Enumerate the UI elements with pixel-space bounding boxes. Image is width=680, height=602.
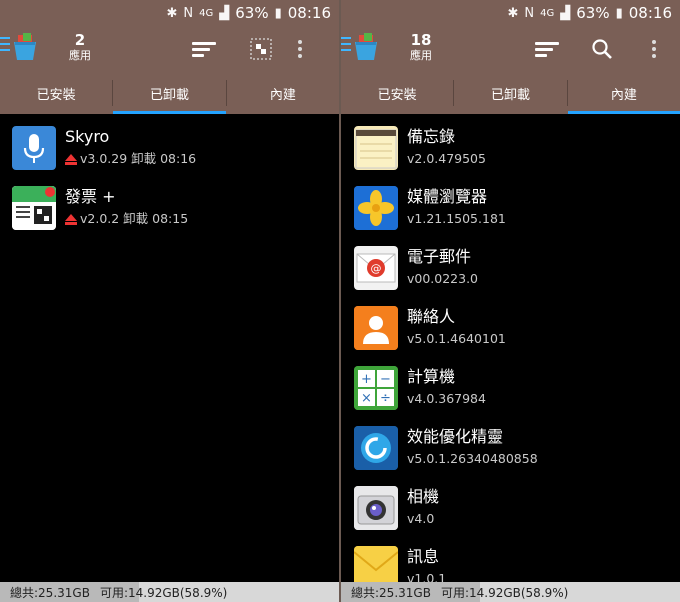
battery-icon: ▮ — [274, 5, 282, 21]
app-count-label: 應用 — [69, 49, 91, 62]
storage-footer: 總共:25.31GB 可用:14.92GB(58.9%) — [341, 582, 680, 602]
storage-available: 可用:14.92GB(58.9%) — [440, 585, 569, 600]
storage-footer: 總共:25.31GB 可用:14.92GB(58.9%) — [0, 582, 339, 602]
bluetooth-icon: ✱ — [507, 5, 519, 21]
bluetooth-icon: ✱ — [166, 5, 178, 21]
app-logo-icon — [355, 33, 377, 60]
reinstall-arrow-icon — [65, 154, 77, 165]
sort-icon[interactable] — [192, 34, 218, 64]
app-logo-icon — [14, 33, 36, 60]
uninstalled-list: Skyro v3.0.29 卸載 08:16 發票 + v2.0.2 卸載 08… — [0, 114, 339, 240]
app-count: 18 應用 — [403, 31, 439, 63]
app-version: v4.0 — [407, 511, 435, 526]
app-count-label: 應用 — [410, 49, 432, 62]
tab-uninstalled[interactable]: 已卸載 — [454, 72, 566, 114]
list-item[interactable]: 效能優化精靈 v5.0.1.26340480858 — [341, 420, 680, 480]
menu-icon[interactable] — [0, 37, 10, 55]
calculator-icon: + − × ÷ — [354, 366, 398, 410]
more-options-icon[interactable] — [298, 34, 306, 64]
list-item[interactable]: 備忘錄 v2.0.479505 — [341, 120, 680, 180]
signal-icon: ▟ — [560, 5, 571, 21]
app-version: v4.0.367984 — [407, 391, 486, 406]
app-bar: 2 應用 — [0, 26, 339, 72]
app-name: 訊息 — [407, 547, 440, 566]
more-options-icon[interactable] — [652, 34, 660, 64]
app-name: 計算機 — [407, 367, 456, 386]
app-version: v5.0.1.4640101 — [407, 331, 506, 346]
list-item[interactable]: 發票 + v2.0.2 卸載 08:15 — [0, 180, 339, 240]
storage-total: 總共:25.31GB — [10, 585, 90, 600]
right-screen: ✱ N 4G ▟ 63% ▮ 08:16 18 應用 已安裝 已卸載 內建 備忘… — [341, 0, 680, 602]
app-name: 電子郵件 — [407, 247, 472, 266]
gallery-flower-icon — [354, 186, 398, 230]
left-screen: ✱ N 4G ▟ 63% ▮ 08:16 2 應用 已安裝 已卸載 內建 Sky… — [0, 0, 339, 602]
contacts-icon — [354, 306, 398, 350]
invoice-app-icon — [12, 186, 56, 230]
app-name: Skyro — [65, 127, 110, 146]
select-icon[interactable] — [246, 34, 276, 64]
app-version: v00.0223.0 — [407, 271, 479, 286]
nfc-icon: N — [524, 5, 535, 21]
optimizer-icon — [354, 426, 398, 470]
list-item[interactable]: 相機 v4.0 — [341, 480, 680, 540]
app-count-number: 2 — [74, 31, 86, 49]
status-bar: ✱ N 4G ▟ 63% ▮ 08:16 — [341, 0, 680, 26]
svg-text:×: × — [361, 391, 372, 406]
search-icon[interactable] — [587, 34, 617, 64]
app-name: 效能優化精靈 — [407, 427, 504, 446]
list-item[interactable]: 聯絡人 v5.0.1.4640101 — [341, 300, 680, 360]
storage-total: 總共:25.31GB — [351, 585, 431, 600]
app-name: 媒體瀏覽器 — [407, 187, 488, 206]
svg-text:+: + — [361, 372, 372, 387]
sort-icon[interactable] — [535, 34, 561, 64]
status-bar: ✱ N 4G ▟ 63% ▮ 08:16 — [0, 0, 339, 26]
list-item[interactable]: 媒體瀏覽器 v1.21.1505.181 — [341, 180, 680, 240]
tab-builtin[interactable]: 內建 — [227, 72, 339, 114]
list-item[interactable]: + − × ÷ 計算機 v4.0.367984 — [341, 360, 680, 420]
app-bar: 18 應用 — [341, 26, 680, 72]
reinstall-arrow-icon — [65, 214, 77, 225]
app-version: v3.0.29 卸載 08:16 — [80, 151, 197, 166]
tab-installed[interactable]: 已安裝 — [341, 72, 453, 114]
clock: 08:16 — [628, 4, 672, 22]
app-version: v1.21.1505.181 — [407, 211, 506, 226]
skyro-icon — [12, 126, 56, 170]
app-name: 發票 + — [65, 187, 116, 206]
svg-text:−: − — [380, 372, 391, 387]
memo-icon — [354, 126, 398, 170]
nfc-icon: N — [183, 5, 194, 21]
camera-icon — [354, 486, 398, 530]
network-type: 4G — [540, 7, 555, 19]
email-icon: @ — [354, 246, 398, 290]
app-version: v2.0.2 卸載 08:15 — [80, 211, 189, 226]
list-item[interactable]: @ 電子郵件 v00.0223.0 — [341, 240, 680, 300]
app-count-number: 18 — [410, 31, 432, 49]
storage-available: 可用:14.92GB(58.9%) — [99, 585, 228, 600]
list-item[interactable]: Skyro v3.0.29 卸載 08:16 — [0, 120, 339, 180]
screens: ✱ N 4G ▟ 63% ▮ 08:16 2 應用 已安裝 已卸載 內建 Sky… — [0, 0, 680, 602]
app-name: 相機 — [407, 487, 440, 506]
app-name: 聯絡人 — [407, 307, 456, 326]
battery-level: 63% — [576, 4, 610, 22]
battery-icon: ▮ — [615, 5, 623, 21]
tab-bar: 已安裝 已卸載 內建 — [0, 72, 339, 114]
tab-builtin[interactable]: 內建 — [567, 72, 680, 114]
svg-text:@: @ — [371, 262, 382, 275]
battery-level: 63% — [235, 4, 269, 22]
app-count: 2 應用 — [62, 31, 98, 63]
menu-icon[interactable] — [341, 37, 351, 55]
clock: 08:16 — [287, 4, 331, 22]
app-name: 備忘錄 — [407, 127, 456, 146]
tab-uninstalled[interactable]: 已卸載 — [113, 72, 226, 114]
signal-icon: ▟ — [219, 5, 230, 21]
svg-text:÷: ÷ — [380, 391, 391, 406]
tab-bar: 已安裝 已卸載 內建 — [341, 72, 680, 114]
builtin-list: 備忘錄 v2.0.479505 媒體瀏覽器 v1.21.1505.181 @ 電… — [341, 114, 680, 600]
app-version: v2.0.479505 — [407, 151, 486, 166]
tab-installed[interactable]: 已安裝 — [0, 72, 112, 114]
network-type: 4G — [199, 7, 214, 19]
app-version: v5.0.1.26340480858 — [407, 451, 538, 466]
